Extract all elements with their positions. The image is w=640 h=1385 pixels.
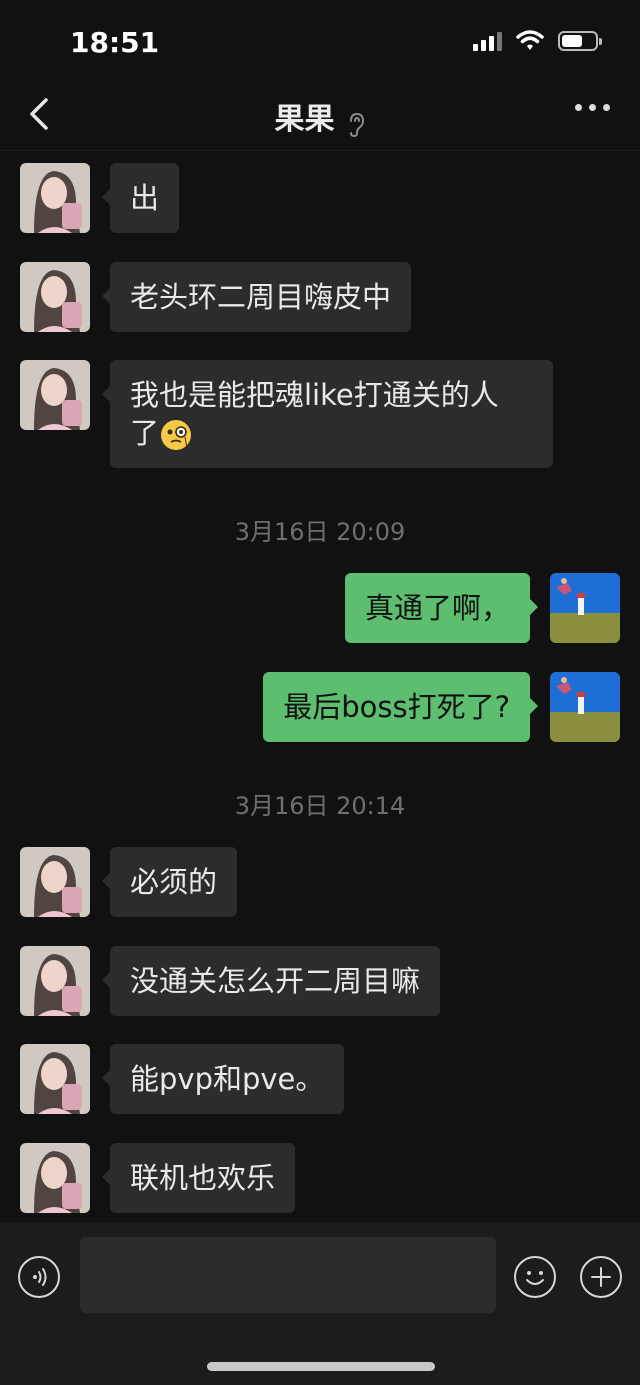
battery-icon [558, 31, 602, 51]
status-time: 18:51 [70, 26, 160, 59]
message-text-line: 我也是能把魂like打通关的人 [130, 378, 499, 412]
my-avatar[interactable] [550, 573, 620, 643]
message-bubble[interactable]: 真通了啊， [344, 573, 539, 643]
home-indicator[interactable] [207, 1362, 435, 1371]
message-text-line: 了 [130, 416, 160, 450]
status-bar: 18:51 [0, 0, 640, 86]
message-input[interactable] [80, 1237, 496, 1313]
input-bar [0, 1222, 640, 1385]
chat-header: 果果 [0, 86, 640, 151]
chat-title[interactable]: 果果 [274, 102, 334, 137]
contact-avatar[interactable] [20, 163, 90, 233]
timestamp: 3月16日 20:14 [234, 792, 406, 820]
plus-icon[interactable] [580, 1256, 622, 1298]
timestamp: 3月16日 20:09 [234, 518, 406, 546]
monocle-face-icon [161, 420, 192, 450]
message-bubble[interactable]: 没通关怎么开二周目嘛 [101, 946, 441, 1016]
message-bubble[interactable]: 必须的 [101, 847, 238, 917]
message-bubble[interactable]: 最后boss打死了? [263, 672, 538, 742]
my-avatar[interactable] [550, 672, 620, 742]
cellular-signal-icon [473, 31, 502, 51]
message-bubble[interactable]: 联机也欢乐 [101, 1143, 296, 1213]
contact-avatar[interactable] [20, 946, 90, 1016]
message-bubble[interactable]: 出 [101, 163, 180, 233]
message-bubble[interactable]: 我也是能把魂like打通关的人 了 [102, 360, 553, 468]
contact-avatar[interactable] [20, 360, 90, 430]
contact-avatar[interactable] [20, 847, 90, 917]
more-options-icon[interactable] [575, 104, 610, 111]
earpiece-mode-icon [349, 112, 364, 137]
status-icons [473, 30, 602, 52]
message-bubble[interactable]: 能pvp和pve。 [101, 1044, 345, 1114]
contact-avatar[interactable] [20, 262, 90, 332]
voice-icon[interactable] [18, 1256, 60, 1298]
contact-avatar[interactable] [20, 1044, 90, 1114]
contact-avatar[interactable] [20, 1143, 90, 1213]
message-bubble[interactable]: 老头环二周目嗨皮中 [101, 262, 412, 332]
wifi-icon [516, 30, 544, 50]
emoji-icon[interactable] [514, 1256, 556, 1298]
